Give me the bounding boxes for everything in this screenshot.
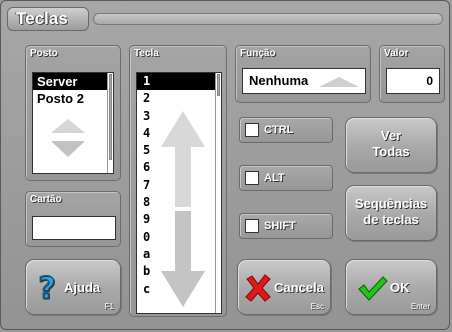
valor-value: 0 [426, 74, 433, 88]
sequencias-label-line1: Sequências [354, 196, 428, 211]
dropdown-arrow-icon [319, 77, 359, 87]
ok-label: OK [390, 280, 410, 295]
funcao-label: Função [240, 48, 276, 59]
alt-checkbox-box[interactable] [245, 171, 259, 185]
ok-shortcut: Enter [410, 302, 430, 311]
tecla-scrollbar[interactable] [215, 73, 221, 313]
alt-checkbox[interactable]: ALT [239, 165, 333, 191]
sequencias-label-line2: de teclas [363, 212, 419, 227]
cancela-shortcut: Esc [310, 302, 324, 311]
tecla-list-item[interactable]: 3 [137, 108, 221, 125]
ajuda-button[interactable]: ? Ajuda F1 [25, 259, 121, 315]
tecla-list-item[interactable]: 8 [137, 194, 221, 211]
tecla-list-item[interactable]: 0 [137, 229, 221, 246]
check-mark-icon [358, 276, 388, 301]
tecla-list-item[interactable]: b [137, 263, 221, 280]
ver-todas-label-line2: Todas [372, 144, 410, 159]
shift-checkbox[interactable]: SHIFT [239, 213, 333, 239]
sequencias-de-teclas-button[interactable]: Sequências de teclas [345, 185, 437, 241]
tecla-scroll-thumb[interactable] [217, 74, 220, 96]
tecla-list-item[interactable]: 6 [137, 159, 221, 176]
ctrl-checkbox[interactable]: CTRL [239, 117, 333, 143]
shift-label: SHIFT [264, 220, 296, 232]
posto-list-item[interactable]: Posto 2 [33, 90, 113, 107]
tecla-group: Tecla 1234567890abc [129, 45, 227, 317]
tecla-list-item[interactable]: 7 [137, 177, 221, 194]
ver-todas-button[interactable]: Ver Todas [345, 117, 437, 173]
title-bar[interactable]: Teclas [7, 7, 445, 31]
funcao-group: Função Nenhuma [235, 45, 371, 103]
tecla-list-item[interactable]: a [137, 246, 221, 263]
funcao-value: Nenhuma [249, 73, 309, 88]
tecla-list-item[interactable]: 5 [137, 142, 221, 159]
tecla-list-item[interactable]: 9 [137, 211, 221, 228]
posto-label: Posto [30, 48, 58, 59]
ctrl-label: CTRL [264, 124, 294, 136]
valor-label: Valor [384, 48, 409, 59]
tecla-list-item[interactable]: c [137, 281, 221, 298]
ajuda-label: Ajuda [64, 280, 101, 295]
question-mark-icon: ? [38, 272, 56, 302]
posto-list[interactable]: Server Posto 2 [32, 72, 114, 174]
x-mark-icon [245, 274, 271, 302]
posto-group: Posto Server Posto 2 [25, 45, 121, 181]
title-bar-track [93, 13, 443, 25]
tecla-list-item[interactable]: 4 [137, 125, 221, 142]
tecla-list-item[interactable]: 1 [137, 73, 221, 91]
tecla-list[interactable]: 1234567890abc [136, 72, 222, 314]
svg-text:?: ? [38, 272, 55, 302]
scroll-down-arrow-icon[interactable] [51, 141, 85, 157]
tecla-list-item[interactable]: 2 [137, 90, 221, 107]
valor-group: Valor 0 [379, 45, 445, 103]
tecla-label: Tecla [134, 48, 159, 59]
scroll-up-arrow-icon [51, 119, 85, 133]
funcao-select[interactable]: Nenhuma [242, 68, 366, 94]
ver-todas-label-line1: Ver [380, 128, 402, 143]
cartao-field[interactable] [32, 216, 116, 240]
shift-checkbox-box[interactable] [245, 219, 259, 233]
ctrl-checkbox-box[interactable] [245, 123, 259, 137]
alt-label: ALT [264, 172, 285, 184]
cancela-label: Cancela [274, 280, 324, 295]
teclas-dialog: Teclas Posto Server Posto 2 Cartão Tecla … [0, 0, 450, 330]
ajuda-shortcut: F1 [104, 302, 114, 311]
valor-field[interactable]: 0 [386, 68, 440, 94]
posto-list-item[interactable]: Server [33, 73, 113, 90]
cartao-group: Cartão [25, 191, 121, 247]
ok-button[interactable]: OK Enter [345, 259, 437, 315]
cartao-label: Cartão [30, 194, 62, 205]
window-title: Teclas [7, 7, 89, 31]
posto-scrollbar[interactable] [107, 73, 113, 173]
posto-scroll-thumb[interactable] [109, 74, 112, 160]
cancela-button[interactable]: Cancela Esc [237, 259, 331, 315]
